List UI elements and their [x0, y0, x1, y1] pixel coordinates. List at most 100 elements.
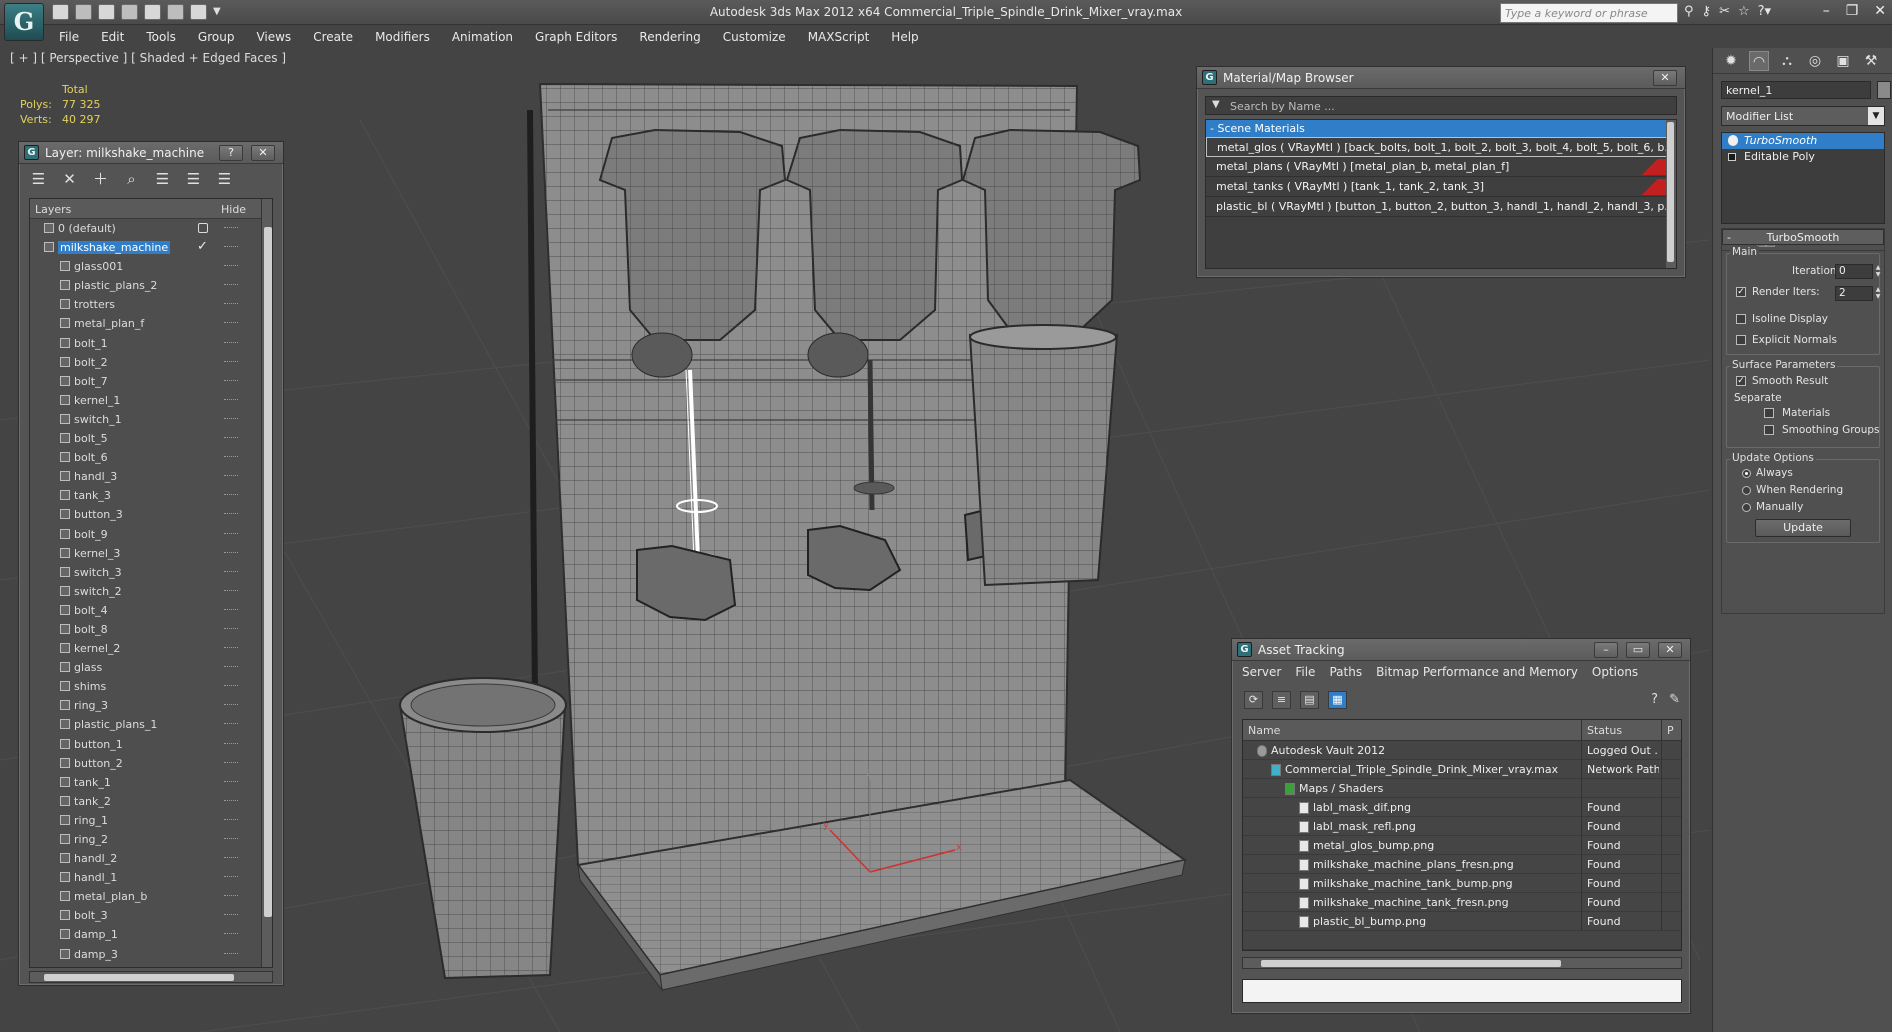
hide-toggle[interactable] [224, 608, 238, 611]
material-row[interactable]: metal_tanks ( VRayMtl ) [tank_1, tank_2,… [1206, 177, 1668, 197]
menu-customize[interactable]: Customize [712, 27, 797, 49]
asset-row[interactable]: plastic_bl_bump.png Found [1243, 912, 1681, 931]
object-color-swatch[interactable] [1877, 81, 1891, 99]
maximize-icon[interactable]: ❐ [1846, 3, 1859, 19]
highlight-layer-icon[interactable]: ☰ [153, 170, 172, 188]
spinner-arrows-icon[interactable]: ▲ ▼ [1874, 286, 1882, 301]
layer-row[interactable]: ring_1 [30, 811, 272, 830]
hide-toggle[interactable] [224, 666, 238, 668]
update-button[interactable]: Update [1755, 519, 1851, 537]
favorites-star-icon[interactable]: ☆ [1738, 4, 1750, 19]
close-button[interactable]: ✕ [1658, 642, 1682, 658]
menu-help[interactable]: Help [880, 27, 929, 49]
hide-toggle[interactable] [224, 303, 238, 305]
menu-file[interactable]: File [1295, 665, 1315, 679]
hide-toggle[interactable] [224, 799, 238, 802]
search-options-dropdown-icon[interactable]: ▼ [1212, 99, 1220, 110]
menu-server[interactable]: Server [1242, 665, 1281, 679]
key-icon[interactable]: ⚷ [1702, 4, 1712, 19]
render-iters-spinner[interactable]: 2 [1835, 286, 1873, 301]
layers-column-header[interactable]: Layers [35, 203, 71, 216]
hide-toggle[interactable] [224, 857, 238, 859]
stack-item-editable-poly[interactable]: Editable Poly [1722, 149, 1884, 165]
close-button[interactable]: ✕ [1653, 70, 1677, 86]
layer-row[interactable]: milkshake_machine ✓ [30, 238, 272, 257]
layer-row[interactable]: metal_plan_f [30, 314, 272, 333]
set-current-layer-box[interactable] [198, 223, 208, 233]
layer-row[interactable]: bolt_5 [30, 429, 272, 448]
menu-rendering[interactable]: Rendering [628, 27, 711, 49]
save-file-icon[interactable] [98, 4, 115, 20]
app-logo-button[interactable]: G [4, 3, 44, 41]
hide-toggle[interactable] [224, 952, 238, 955]
select-objects-icon[interactable]: ⌕ [122, 170, 141, 188]
tools-icon[interactable]: ✂ [1719, 4, 1730, 19]
asset-horizontal-scrollbar[interactable] [1242, 957, 1682, 969]
utilities-tab-icon[interactable]: ⚒ [1861, 51, 1881, 71]
hide-toggle[interactable] [224, 876, 238, 878]
keyword-search-input[interactable]: Type a keyword or phrase [1500, 3, 1678, 23]
layer-row[interactable]: kernel_3 [30, 544, 272, 563]
layer-row[interactable]: trotters [30, 295, 272, 314]
hide-toggle[interactable] [224, 685, 238, 687]
layer-row[interactable]: damp_3 [30, 945, 272, 964]
layer-row[interactable]: switch_3 [30, 563, 272, 582]
close-icon[interactable]: ✕ [1874, 3, 1886, 19]
menu-file[interactable]: File [48, 27, 90, 49]
hide-toggle[interactable] [224, 742, 238, 745]
hide-toggle[interactable] [224, 475, 238, 477]
delete-layer-icon[interactable]: ✕ [60, 170, 79, 188]
material-vertical-scrollbar[interactable] [1666, 120, 1676, 268]
hide-toggle[interactable] [224, 246, 238, 248]
material-search-input[interactable]: ▼ Search by Name ... [1205, 96, 1677, 115]
layer-row[interactable]: switch_2 [30, 582, 272, 601]
update-when-rendering-radio[interactable] [1742, 486, 1751, 495]
hide-toggle[interactable] [224, 398, 238, 401]
hide-toggle[interactable] [224, 456, 238, 458]
menu-paths[interactable]: Paths [1329, 665, 1362, 679]
project-folder-icon[interactable] [190, 4, 207, 20]
update-always-radio[interactable] [1742, 469, 1751, 478]
motion-tab-icon[interactable]: ◎ [1805, 51, 1825, 71]
create-layer-icon[interactable]: ☰ [29, 170, 48, 188]
create-tab-icon[interactable]: ✹ [1721, 51, 1741, 71]
undo-icon[interactable] [121, 4, 138, 20]
minimize-icon[interactable]: – [1823, 3, 1830, 19]
layer-row[interactable]: 0 (default) [30, 219, 272, 238]
layer-row[interactable]: plastic_plans_1 [30, 715, 272, 734]
smooth-result-checkbox[interactable]: ✓ [1736, 376, 1746, 386]
layer-vertical-scrollbar[interactable] [261, 199, 272, 967]
layer-row[interactable]: bolt_7 [30, 372, 272, 391]
layer-row[interactable]: button_2 [30, 754, 272, 773]
close-button[interactable]: ✕ [251, 145, 275, 161]
modify-tab-icon[interactable]: ◠ [1749, 51, 1769, 71]
hide-toggle[interactable] [224, 647, 238, 649]
hide-toggle[interactable] [224, 780, 238, 783]
asset-tracking-titlebar[interactable]: G Asset Tracking – ▭ ✕ [1232, 639, 1690, 661]
hide-toggle[interactable] [224, 895, 238, 897]
layer-row[interactable]: ring_3 [30, 696, 272, 715]
add-to-layer-icon[interactable]: ＋ [91, 170, 110, 188]
help-button[interactable]: ? [219, 145, 243, 161]
modifier-list-dropdown[interactable]: Modifier List ▼ [1721, 106, 1885, 126]
help-icon[interactable]: ?▾ [1758, 4, 1771, 19]
explicit-normals-checkbox[interactable] [1736, 335, 1746, 345]
viewport-label[interactable]: [ + ] [ Perspective ] [ Shaded + Edged F… [10, 51, 286, 65]
hide-toggle[interactable] [224, 570, 238, 573]
material-browser-titlebar[interactable]: G Material/Map Browser ✕ [1197, 67, 1685, 89]
new-file-icon[interactable] [52, 4, 69, 20]
quick-access-dropdown-icon[interactable]: ▼ [213, 4, 221, 20]
hold-icon[interactable] [167, 4, 184, 20]
separate-smoothing-groups-checkbox[interactable] [1764, 425, 1774, 435]
hide-all-icon[interactable]: ☰ [184, 170, 203, 188]
hide-toggle[interactable] [224, 838, 238, 840]
hide-toggle[interactable] [224, 761, 238, 764]
object-name-field[interactable]: kernel_1 [1721, 81, 1871, 99]
menu-animation[interactable]: Animation [441, 27, 524, 49]
hide-toggle[interactable] [224, 227, 238, 229]
status-column-header[interactable]: Status [1587, 724, 1622, 737]
path-column-header[interactable]: P [1667, 724, 1674, 737]
table-view-icon[interactable]: ▤ [1300, 691, 1319, 709]
hide-toggle[interactable] [224, 379, 238, 382]
hide-column-header[interactable]: Hide [221, 203, 246, 216]
